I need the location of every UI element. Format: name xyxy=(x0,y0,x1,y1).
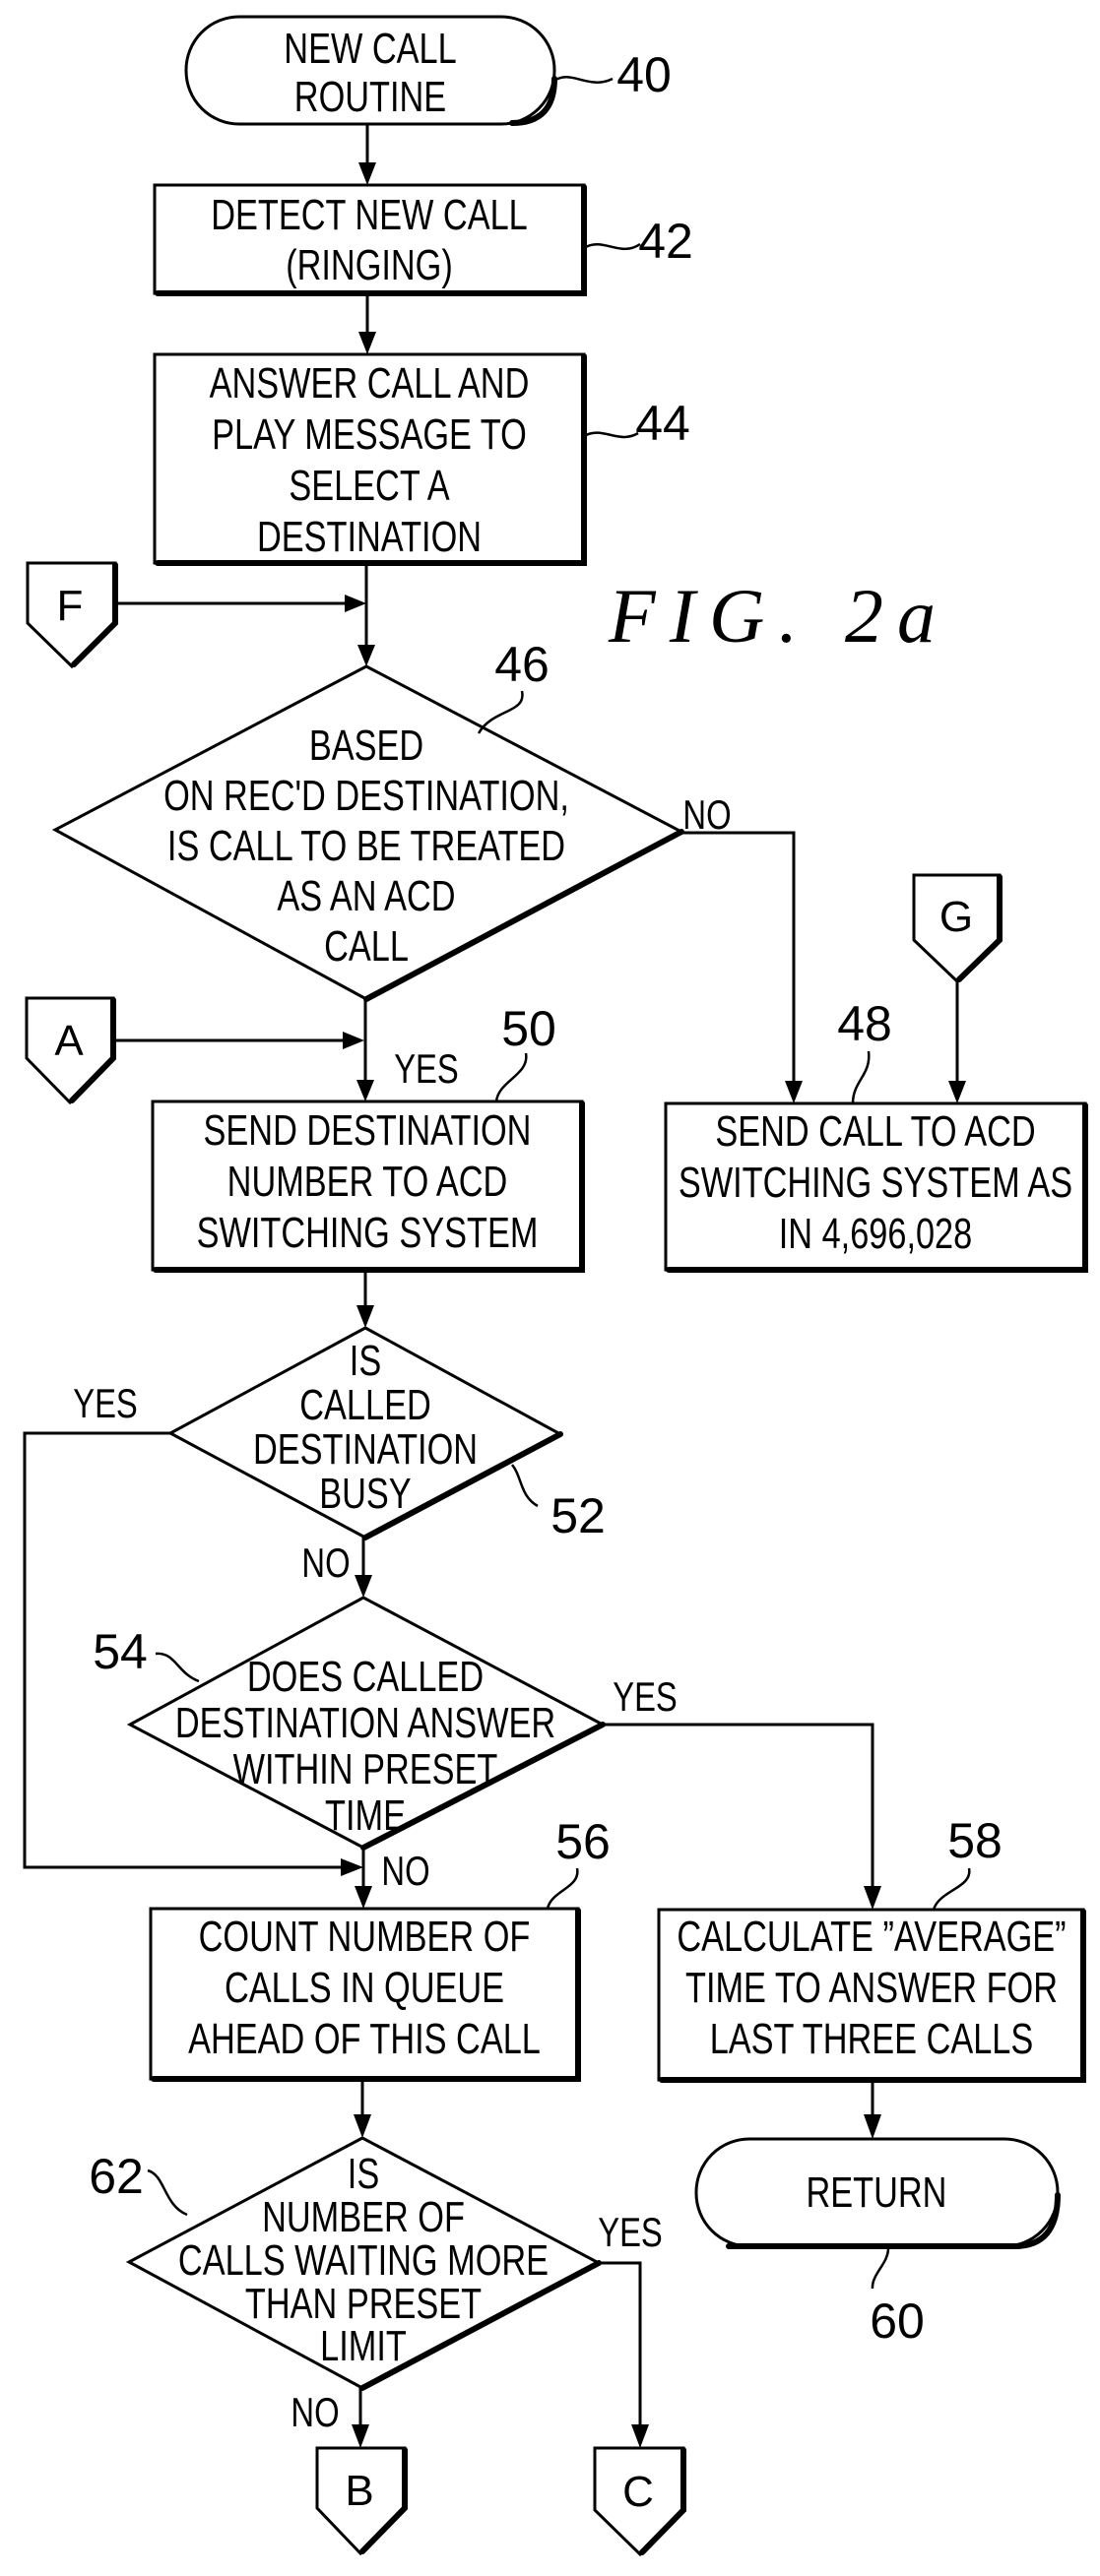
decision-answer-within-preset-time: DOES CALLED DESTINATION ANSWER WITHIN PR… xyxy=(126,1596,607,1851)
terminal-new-call-routine: NEW CALL ROUTINE xyxy=(184,15,557,126)
ref-label-58: 58 xyxy=(947,1813,1003,1868)
node-text: LAST THREE CALLS xyxy=(710,2015,1034,2063)
edge-label-yes: YES xyxy=(613,1673,678,1720)
edge-label-yes: YES xyxy=(598,2209,663,2255)
node-text: DOES CALLED xyxy=(247,1653,484,1701)
node-text: SWITCHING SYSTEM AS xyxy=(679,1159,1072,1207)
node-text: NUMBER OF xyxy=(262,2193,465,2241)
ref-label-40: 40 xyxy=(616,47,672,102)
connector-label: F xyxy=(57,582,84,630)
edge-label-no: NO xyxy=(291,2389,339,2435)
flowchart: NEW CALL ROUTINE 40 DETECT NEW CALL (RIN… xyxy=(23,15,1088,2557)
process-send-call-to-acd: SEND CALL TO ACD SWITCHING SYSTEM AS IN … xyxy=(664,1101,1088,1273)
process-send-destination-number: SEND DESTINATION NUMBER TO ACD SWITCHING… xyxy=(151,1100,585,1273)
connector-label: C xyxy=(622,2468,654,2516)
node-text: PLAY MESSAGE TO xyxy=(212,410,527,459)
node-text: TIME xyxy=(325,1791,406,1840)
node-text: CALCULATE ”AVERAGE” xyxy=(677,1913,1066,1961)
node-text: AS AN ACD xyxy=(277,872,455,920)
decision-destination-busy: IS CALLED DESTINATION BUSY xyxy=(166,1326,564,1540)
node-text: ON REC'D DESTINATION, xyxy=(163,772,569,820)
terminal-return: RETURN xyxy=(694,2137,1061,2249)
ref-label-62: 62 xyxy=(89,2149,144,2204)
connector-label: B xyxy=(345,2467,373,2515)
node-text: DETECT NEW CALL xyxy=(211,191,527,239)
ref-label-60: 60 xyxy=(870,2293,925,2349)
edge-label-no: NO xyxy=(381,1848,429,1894)
node-text: IS xyxy=(350,1337,381,1385)
ref-label-52: 52 xyxy=(550,1488,606,1543)
node-text: AHEAD OF THIS CALL xyxy=(188,2015,541,2063)
node-text: WITHIN PRESET xyxy=(233,1745,498,1793)
node-text: BASED xyxy=(309,722,423,770)
node-text: IS CALL TO BE TREATED xyxy=(167,822,565,870)
node-text: CALL xyxy=(324,922,409,971)
node-text: DESTINATION xyxy=(257,513,482,561)
node-text: DESTINATION ANSWER xyxy=(175,1699,555,1747)
connector-f: F xyxy=(26,561,118,669)
node-text: SELECT A xyxy=(289,462,450,510)
decision-calls-waiting-limit: IS NUMBER OF CALLS WAITING MORE THAN PRE… xyxy=(125,2136,603,2391)
figure-title: FIG. 2a xyxy=(608,573,936,659)
process-answer-call: ANSWER CALL AND PLAY MESSAGE TO SELECT A… xyxy=(153,352,587,566)
node-text: CALLS IN QUEUE xyxy=(225,1964,504,2012)
node-text: ROUTINE xyxy=(294,73,446,121)
edge-label-yes: YES xyxy=(73,1380,138,1426)
edge-label-yes: YES xyxy=(394,1045,459,1092)
process-count-calls-in-queue: COUNT NUMBER OF CALLS IN QUEUE AHEAD OF … xyxy=(149,1907,581,2082)
connector-a: A xyxy=(25,996,116,1105)
node-text: SEND DESTINATION xyxy=(204,1106,532,1155)
ref-label-50: 50 xyxy=(501,1001,556,1056)
process-calculate-average: CALCULATE ”AVERAGE” TIME TO ANSWER FOR L… xyxy=(657,1908,1086,2083)
ref-label-46: 46 xyxy=(494,637,550,692)
node-text: SEND CALL TO ACD xyxy=(715,1107,1035,1156)
node-text: ANSWER CALL AND xyxy=(210,359,530,408)
node-text: SWITCHING SYSTEM xyxy=(197,1209,539,1257)
decision-acd-call: BASED ON REC'D DESTINATION, IS CALL TO B… xyxy=(51,664,685,1002)
node-text: NUMBER TO ACD xyxy=(227,1158,508,1206)
node-text: THAN PRESET xyxy=(245,2280,482,2328)
node-text: LIMIT xyxy=(320,2322,407,2370)
ref-label-42: 42 xyxy=(638,214,693,269)
connector-label: G xyxy=(939,893,973,941)
connector-label: A xyxy=(54,1017,84,1065)
process-detect-new-call: DETECT NEW CALL (RINGING) xyxy=(153,183,587,296)
node-text: NEW CALL xyxy=(284,25,456,73)
ref-label-54: 54 xyxy=(93,1624,148,1679)
connector-b: B xyxy=(315,2446,408,2556)
connector-c: C xyxy=(593,2446,686,2557)
node-text: IN 4,696,028 xyxy=(779,1210,972,1258)
node-text: CALLS WAITING MORE xyxy=(178,2236,549,2285)
edge-label-no: NO xyxy=(301,1539,350,1586)
node-text: IS xyxy=(348,2150,379,2198)
edge-label-no: NO xyxy=(682,791,731,838)
node-text: BUSY xyxy=(319,1470,411,1518)
node-text: CALLED xyxy=(299,1381,430,1429)
ref-label-56: 56 xyxy=(555,1814,611,1869)
node-text: DESTINATION xyxy=(253,1425,478,1474)
node-text: (RINGING) xyxy=(286,241,453,289)
node-text: RETURN xyxy=(807,2168,947,2217)
node-text: COUNT NUMBER OF xyxy=(199,1913,531,1961)
node-text: TIME TO ANSWER FOR xyxy=(685,1964,1058,2012)
arrow-head xyxy=(358,162,376,185)
ref-label-48: 48 xyxy=(837,996,892,1051)
ref-label-44: 44 xyxy=(635,396,690,451)
connector-g: G xyxy=(912,873,1003,984)
